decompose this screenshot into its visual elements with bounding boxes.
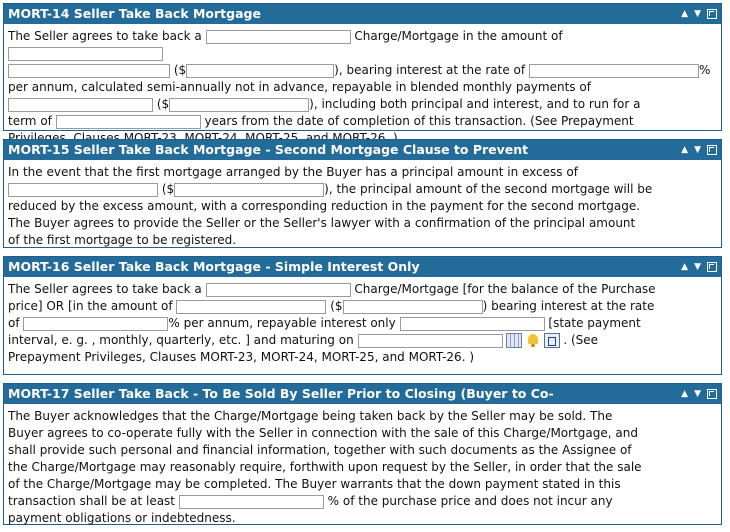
interest-rate-input[interactable]: [528, 63, 699, 78]
amount-words-input-2[interactable]: [8, 63, 170, 78]
term-years-input[interactable]: [55, 114, 201, 129]
interest-rate-input[interactable]: [23, 316, 169, 331]
clause-text: The Seller agrees to take back a: [8, 282, 202, 296]
clause-mort-17: MORT-17 Seller Take Back - To Be Sold By…: [3, 383, 722, 525]
clause-text: interval, e. g. , monthly, quarterly, et…: [8, 333, 354, 347]
clause-text: Charge/Mortgage [for the balance of the …: [354, 282, 656, 296]
move-down-icon[interactable]: ▼: [694, 262, 701, 272]
move-down-icon[interactable]: ▼: [694, 389, 701, 399]
clause-body: The Buyer acknowledges that the Charge/M…: [4, 404, 721, 531]
clause-title: MORT-14 Seller Take Back Mortgage: [8, 6, 261, 21]
clause-text: transaction shall be at least: [8, 494, 176, 508]
clause-text: The Buyer acknowledges that the Charge/M…: [8, 409, 613, 423]
amount-words-input[interactable]: [8, 46, 163, 61]
clause-text: ($: [330, 299, 343, 313]
clause-header: MORT-15 Seller Take Back Mortgage - Seco…: [4, 140, 721, 160]
clause-text: %: [698, 63, 711, 77]
clause-text: The Seller agrees to take back a: [8, 29, 202, 43]
clause-mort-15: MORT-15 Seller Take Back Mortgage - Seco…: [3, 139, 722, 248]
amount-number-input[interactable]: [186, 63, 335, 78]
expand-icon[interactable]: [707, 389, 717, 399]
expand-icon[interactable]: [707, 145, 717, 155]
clause-text: Prepayment Privileges, Clauses MORT-23, …: [8, 350, 475, 364]
clause-text: of: [8, 316, 20, 330]
clause-text: Charge/Mortgage in the amount of: [354, 29, 563, 43]
clause-text: ) bearing interest at the rate: [482, 299, 655, 313]
clause-header: MORT-16 Seller Take Back Mortgage - Simp…: [4, 257, 721, 277]
maturity-date-input[interactable]: [357, 333, 503, 348]
clause-text: The Buyer agrees to provide the Seller o…: [8, 216, 636, 230]
amount-number-input[interactable]: [342, 299, 483, 314]
clause-title: MORT-16 Seller Take Back Mortgage - Simp…: [8, 259, 420, 274]
clause-header: MORT-17 Seller Take Back - To Be Sold By…: [4, 384, 721, 404]
move-up-icon[interactable]: ▲: [681, 389, 688, 399]
clause-text: ($: [173, 63, 187, 77]
clause-text: the Charge/Mortgage may reasonably requi…: [8, 460, 642, 474]
clause-text: term of: [8, 114, 52, 128]
clause-mort-14: MORT-14 Seller Take Back Mortgage ▲ ▼ Th…: [3, 3, 722, 145]
move-down-icon[interactable]: ▼: [694, 9, 701, 19]
clause-text: years from the date of completion of thi…: [204, 114, 634, 128]
clause-body: In the event that the first mortgage arr…: [4, 160, 721, 253]
calendar-icon[interactable]: [505, 333, 522, 348]
clause-body: The Seller agrees to take back a Charge/…: [4, 24, 721, 151]
payment-number-input[interactable]: [169, 97, 310, 112]
expand-icon[interactable]: [707, 262, 717, 272]
clause-text: shall provide such personal and financia…: [8, 443, 632, 457]
clause-text: of the Charge/Mortgage may be completed.…: [8, 477, 621, 491]
clause-header: MORT-14 Seller Take Back Mortgage ▲ ▼: [4, 4, 721, 24]
clause-text: % per annum, repayable interest only: [168, 316, 396, 330]
clause-text: reduced by the excess amount, with a cor…: [8, 199, 641, 213]
excess-amount-words-input[interactable]: [8, 182, 158, 197]
clause-mort-16: MORT-16 Seller Take Back Mortgage - Simp…: [3, 256, 722, 375]
clause-text: price] OR [in the amount of: [8, 299, 173, 313]
clause-text: ), bearing interest at the rate of: [334, 63, 526, 77]
payment-interval-input[interactable]: [399, 316, 545, 331]
clause-text: of the first mortgage to be registered.: [8, 233, 237, 247]
clause-text: ($: [156, 97, 170, 111]
excess-amount-number-input[interactable]: [174, 182, 325, 197]
move-down-icon[interactable]: ▼: [694, 145, 701, 155]
clause-text: Buyer agrees to co-operate fully with th…: [8, 426, 638, 440]
clause-text: ), the principal amount of the second mo…: [324, 182, 653, 196]
clause-text: % of the purchase price and does not inc…: [327, 494, 613, 508]
move-up-icon[interactable]: ▲: [681, 9, 688, 19]
clause-title: MORT-17 Seller Take Back - To Be Sold By…: [8, 386, 554, 401]
clause-text: . (See: [563, 333, 599, 347]
clause-body: The Seller agrees to take back a Charge/…: [4, 277, 721, 370]
mortgage-type-input[interactable]: [205, 282, 351, 297]
move-up-icon[interactable]: ▲: [681, 145, 688, 155]
mortgage-type-input[interactable]: [205, 29, 351, 44]
clause-text: payment obligations or indebtedness.: [8, 511, 236, 525]
clause-text: per annum, calculated semi-annually not …: [8, 80, 591, 94]
down-payment-percent-input[interactable]: [178, 494, 324, 509]
move-up-icon[interactable]: ▲: [681, 262, 688, 272]
bell-icon[interactable]: [525, 333, 541, 348]
payment-words-input[interactable]: [8, 97, 153, 112]
amount-words-input[interactable]: [176, 299, 327, 314]
expand-icon[interactable]: [707, 9, 717, 19]
clause-text: In the event that the first mortgage arr…: [8, 165, 578, 179]
clause-title: MORT-15 Seller Take Back Mortgage - Seco…: [8, 142, 529, 157]
document-icon[interactable]: [543, 333, 560, 348]
clause-text: [state payment: [548, 316, 641, 330]
clause-text: ), including both principal and interest…: [309, 97, 641, 111]
clause-text: ($: [161, 182, 175, 196]
